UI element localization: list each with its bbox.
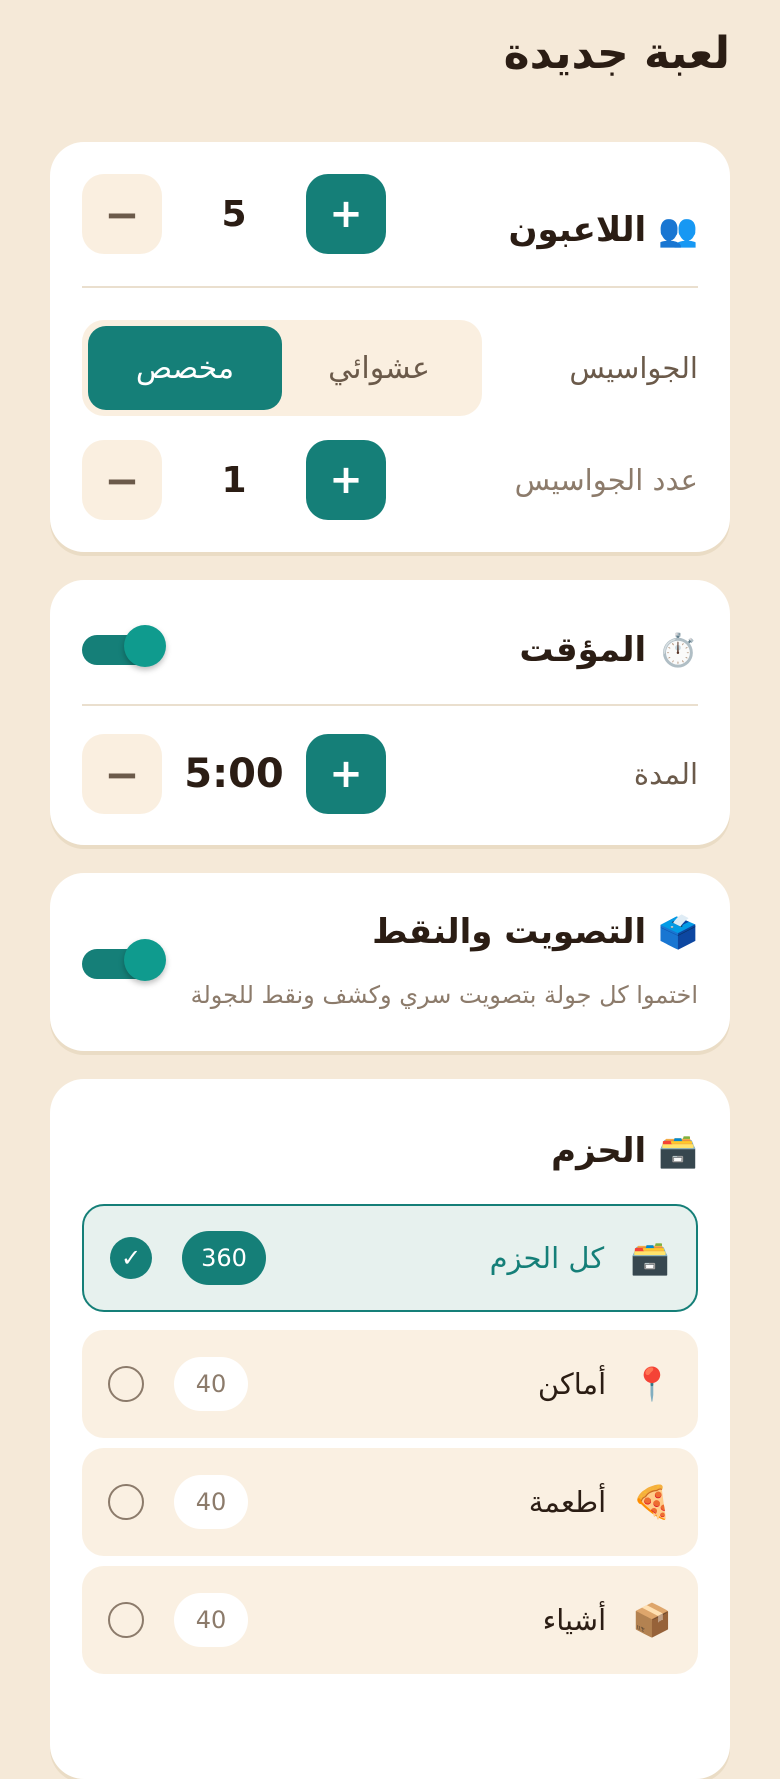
timer-title: ⏱️ المؤقت (519, 630, 698, 670)
pack-name: كل الحزم (489, 1241, 605, 1275)
voting-description: اختموا كل جولة بتصويت سري وكشف ونقط للجو… (190, 981, 698, 1009)
players-stepper: + 5 − (82, 174, 386, 254)
pack-count-badge: 40 (174, 1593, 248, 1647)
spy-count-minus-button[interactable]: − (82, 440, 162, 520)
players-count: 5 (221, 193, 247, 235)
divider (82, 704, 698, 706)
spy-count-stepper: + 1 − (82, 440, 386, 520)
players-title-label: اللاعبون (508, 210, 647, 250)
pack-count-badge: 360 (182, 1231, 266, 1285)
duration-minus-button[interactable]: − (82, 734, 162, 814)
packs-card: 🗃️ الحزم 🗃️ كل الحزم 360 ✓ 📍 أماكن 40 🍕 … (50, 1079, 730, 1779)
pack-name: أطعمة (528, 1485, 607, 1519)
card-file-box-icon: 🗃️ (630, 1239, 670, 1277)
pack-count-badge: 40 (174, 1475, 248, 1529)
voting-card: 🗳️ التصويت والنقط اختموا كل جولة بتصويت … (50, 873, 730, 1051)
timer-card: ⏱️ المؤقت المدة + 5:00 − (50, 580, 730, 845)
package-icon: 📦 (632, 1601, 672, 1639)
radio-unchecked-icon (108, 1366, 144, 1402)
voting-title-label: التصويت والنقط (372, 912, 647, 952)
toggle-knob (124, 625, 166, 667)
pack-item-all[interactable]: 🗃️ كل الحزم 360 ✓ (82, 1204, 698, 1312)
pack-count-badge: 40 (174, 1357, 248, 1411)
pin-icon: 📍 (632, 1365, 672, 1403)
players-plus-button[interactable]: + (306, 174, 386, 254)
radio-unchecked-icon (108, 1602, 144, 1638)
timer-toggle[interactable] (82, 625, 166, 667)
pizza-icon: 🍕 (632, 1483, 672, 1521)
pack-item-things[interactable]: 📦 أشياء 40 (82, 1566, 698, 1674)
voting-toggle[interactable] (82, 939, 166, 981)
page-title: لعبة جديدة (503, 28, 730, 79)
players-card: 👥 اللاعبون + 5 − الجواسيس مخصص عشوائي عد… (50, 142, 730, 552)
divider (82, 286, 698, 288)
spy-count-value: 1 (221, 459, 247, 501)
players-title: 👥 اللاعبون (508, 210, 698, 250)
players-icon: 👥 (658, 211, 698, 249)
ballot-box-icon: 🗳️ (658, 913, 698, 951)
packs-title: 🗃️ الحزم (551, 1131, 698, 1171)
pack-item-places[interactable]: 📍 أماكن 40 (82, 1330, 698, 1438)
spies-label: الجواسيس (569, 351, 698, 385)
spies-mode-custom[interactable]: مخصص (88, 326, 282, 410)
players-minus-button[interactable]: − (82, 174, 162, 254)
toggle-knob (124, 939, 166, 981)
duration-plus-button[interactable]: + (306, 734, 386, 814)
spies-mode-random[interactable]: عشوائي (282, 326, 476, 410)
voting-title: 🗳️ التصويت والنقط (372, 912, 698, 952)
duration-stepper: + 5:00 − (82, 734, 386, 814)
check-icon: ✓ (110, 1237, 152, 1279)
packs-title-label: الحزم (551, 1131, 647, 1171)
spies-mode-segmented: مخصص عشوائي (82, 320, 482, 416)
pack-name: أشياء (542, 1603, 607, 1637)
card-file-box-icon: 🗃️ (658, 1132, 698, 1170)
radio-unchecked-icon (108, 1484, 144, 1520)
timer-title-label: المؤقت (519, 630, 647, 670)
spy-count-plus-button[interactable]: + (306, 440, 386, 520)
duration-value: 5:00 (184, 751, 284, 797)
stopwatch-icon: ⏱️ (658, 631, 698, 669)
duration-label: المدة (633, 757, 698, 791)
spy-count-label: عدد الجواسيس (514, 463, 698, 497)
pack-name: أماكن (537, 1367, 607, 1401)
pack-item-foods[interactable]: 🍕 أطعمة 40 (82, 1448, 698, 1556)
